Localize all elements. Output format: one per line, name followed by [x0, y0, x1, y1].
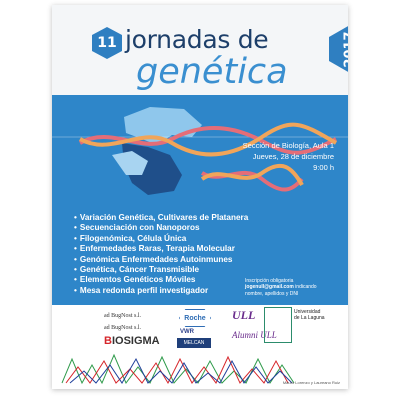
registration-line3: nombre, apellidos y DNI: [245, 290, 299, 297]
year-badge: 2017: [329, 25, 348, 73]
edition-number: 11: [97, 35, 117, 51]
poster: 11 jornadas de genética 2017 Sección de …: [52, 5, 348, 389]
roche-logo: Roche: [179, 309, 211, 327]
university-name: Universidad de La Laguna: [294, 309, 325, 321]
sponsor-logo-1: ad BugNost s.l.: [104, 313, 142, 319]
biosigma-b: B: [104, 335, 112, 347]
venue-time: 9:00 h: [313, 163, 334, 172]
year-text: 2017: [342, 30, 349, 68]
registration-line2: indicando: [295, 284, 317, 291]
biosigma-logo: BIOSIGMA: [104, 335, 160, 347]
poster-title-line1: jornadas de: [125, 25, 269, 54]
venue-location: Sección de Biología, Aula 1: [242, 141, 334, 150]
vwr-logo: VWR: [180, 329, 194, 335]
edition-number-badge: 11: [92, 27, 122, 59]
university-name-line2: de La Laguna: [294, 315, 325, 321]
topic-item: Enfermedades Raras, Terapia Molecular: [74, 244, 248, 254]
topic-item: Genómica Enfermedades Autoinmunes: [74, 255, 248, 265]
registration-note: Inscripción obligatoria jogenull@gmail.c…: [245, 278, 345, 297]
university-crest-icon: [264, 307, 292, 343]
topic-item: Mesa redonda perfil investigador: [74, 286, 248, 296]
topics-list: Variación Genética, Cultivares de Platan…: [74, 213, 248, 296]
venue-date: Jueves, 28 de diciembre: [252, 152, 334, 161]
sponsor-logos: ad BugNost s.l. ad BugNost s.l. BIOSIGMA…: [52, 305, 348, 389]
biosigma-text: IOSIGMA: [111, 335, 160, 347]
registration-email[interactable]: jogenull@gmail.com: [245, 284, 294, 290]
sponsor-logo-2: ad BugNost s.l.: [104, 325, 142, 331]
venue-info: Sección de Biología, Aula 1 Jueves, 28 d…: [243, 140, 334, 173]
topic-item: Secuenciación con Nanoporos: [74, 223, 248, 233]
poster-title-line2: genética: [136, 52, 288, 92]
credits: Mauro Lorenzo y Laureano Ruiz: [282, 380, 340, 385]
topic-item: Variación Genética, Cultivares de Platan…: [74, 213, 248, 223]
ull-logo: ULL: [232, 308, 256, 322]
topic-item: Genética, Cáncer Transmisible: [74, 265, 248, 275]
topic-item: Filogenómica, Célula Única: [74, 234, 248, 244]
topic-item: Elementos Genéticos Móviles: [74, 275, 248, 285]
